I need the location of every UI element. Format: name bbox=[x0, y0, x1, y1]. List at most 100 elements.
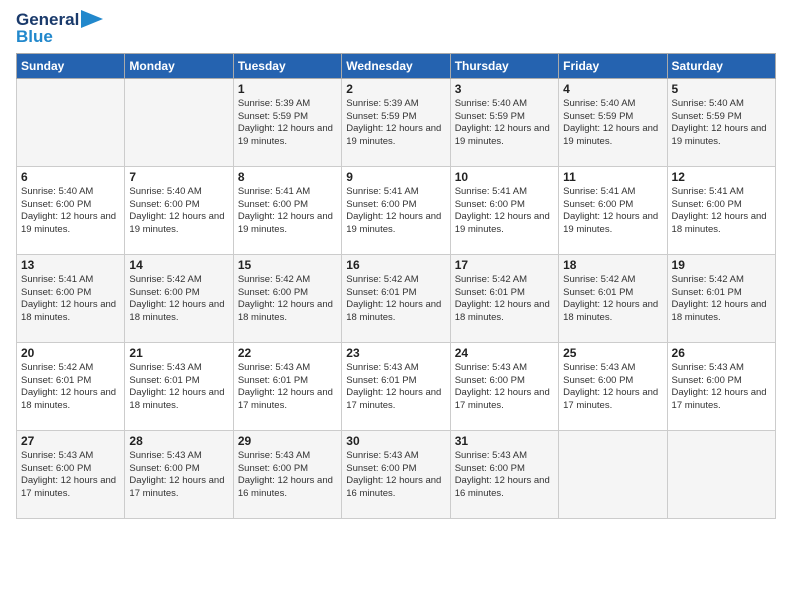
logo-text-blue: Blue bbox=[16, 28, 103, 47]
day-number: 31 bbox=[455, 434, 554, 448]
day-number: 27 bbox=[21, 434, 120, 448]
weekday-header-saturday: Saturday bbox=[667, 53, 775, 78]
calendar-cell: 25 Sunrise: 5:43 AM Sunset: 6:00 PM Dayli… bbox=[559, 342, 667, 430]
day-info: Sunrise: 5:43 AM Sunset: 6:00 PM Dayligh… bbox=[238, 450, 337, 501]
day-number: 13 bbox=[21, 258, 120, 272]
calendar-cell: 27 Sunrise: 5:43 AM Sunset: 6:00 PM Dayli… bbox=[17, 430, 125, 518]
logo: General Blue bbox=[16, 10, 103, 47]
calendar-cell: 10Sunrise: 5:41 AM Sunset: 6:00 PM Dayli… bbox=[450, 166, 558, 254]
calendar-cell: 8Sunrise: 5:41 AM Sunset: 6:00 PM Daylig… bbox=[233, 166, 341, 254]
day-number: 3 bbox=[455, 82, 554, 96]
day-info: Sunrise: 5:42 AM Sunset: 6:01 PM Dayligh… bbox=[563, 274, 662, 325]
weekday-header-thursday: Thursday bbox=[450, 53, 558, 78]
day-info: Sunrise: 5:41 AM Sunset: 6:00 PM Dayligh… bbox=[346, 186, 445, 237]
calendar-cell: 6 Sunrise: 5:40 AM Sunset: 6:00 PM Daylig… bbox=[17, 166, 125, 254]
day-info: Sunrise: 5:41 AM Sunset: 6:00 PM Dayligh… bbox=[672, 186, 771, 237]
calendar-table: SundayMondayTuesdayWednesdayThursdayFrid… bbox=[16, 53, 776, 519]
day-number: 1 bbox=[238, 82, 337, 96]
day-info: Sunrise: 5:41 AM Sunset: 6:00 PM Dayligh… bbox=[455, 186, 554, 237]
weekday-header-tuesday: Tuesday bbox=[233, 53, 341, 78]
day-info: Sunrise: 5:40 AM Sunset: 5:59 PM Dayligh… bbox=[563, 98, 662, 149]
day-info: Sunrise: 5:43 AM Sunset: 6:00 PM Dayligh… bbox=[563, 362, 662, 413]
calendar-cell: 14 Sunrise: 5:42 AM Sunset: 6:00 PM Dayli… bbox=[125, 254, 233, 342]
day-number: 21 bbox=[129, 346, 228, 360]
calendar-cell: 20Sunrise: 5:42 AM Sunset: 6:01 PM Dayli… bbox=[17, 342, 125, 430]
calendar-cell: 15 Sunrise: 5:42 AM Sunset: 6:00 PM Dayli… bbox=[233, 254, 341, 342]
day-number: 30 bbox=[346, 434, 445, 448]
day-number: 11 bbox=[563, 170, 662, 184]
day-number: 23 bbox=[346, 346, 445, 360]
calendar-cell: 9 Sunrise: 5:41 AM Sunset: 6:00 PM Daylig… bbox=[342, 166, 450, 254]
header: General Blue bbox=[16, 10, 776, 47]
day-number: 26 bbox=[672, 346, 771, 360]
day-info: Sunrise: 5:42 AM Sunset: 6:01 PM Dayligh… bbox=[455, 274, 554, 325]
calendar-cell: 22Sunrise: 5:43 AM Sunset: 6:01 PM Dayli… bbox=[233, 342, 341, 430]
day-number: 16 bbox=[346, 258, 445, 272]
day-info: Sunrise: 5:40 AM Sunset: 5:59 PM Dayligh… bbox=[672, 98, 771, 149]
week-row-3: 20Sunrise: 5:42 AM Sunset: 6:01 PM Dayli… bbox=[17, 342, 776, 430]
calendar-cell: 21 Sunrise: 5:43 AM Sunset: 6:01 PM Dayli… bbox=[125, 342, 233, 430]
day-info: Sunrise: 5:42 AM Sunset: 6:01 PM Dayligh… bbox=[21, 362, 120, 413]
calendar-cell bbox=[559, 430, 667, 518]
day-number: 22 bbox=[238, 346, 337, 360]
calendar-cell: 13 Sunrise: 5:41 AM Sunset: 6:00 PM Dayli… bbox=[17, 254, 125, 342]
day-info: Sunrise: 5:43 AM Sunset: 6:00 PM Dayligh… bbox=[21, 450, 120, 501]
day-number: 8 bbox=[238, 170, 337, 184]
calendar-cell: 18Sunrise: 5:42 AM Sunset: 6:01 PM Dayli… bbox=[559, 254, 667, 342]
calendar-cell: 26 Sunrise: 5:43 AM Sunset: 6:00 PM Dayli… bbox=[667, 342, 775, 430]
calendar-cell: 29 Sunrise: 5:43 AM Sunset: 6:00 PM Dayli… bbox=[233, 430, 341, 518]
day-number: 6 bbox=[21, 170, 120, 184]
calendar-cell: 28Sunrise: 5:43 AM Sunset: 6:00 PM Dayli… bbox=[125, 430, 233, 518]
day-info: Sunrise: 5:40 AM Sunset: 6:00 PM Dayligh… bbox=[21, 186, 120, 237]
day-info: Sunrise: 5:40 AM Sunset: 5:59 PM Dayligh… bbox=[455, 98, 554, 149]
day-number: 2 bbox=[346, 82, 445, 96]
calendar-cell: 23 Sunrise: 5:43 AM Sunset: 6:01 PM Dayli… bbox=[342, 342, 450, 430]
day-number: 17 bbox=[455, 258, 554, 272]
calendar-cell: 16 Sunrise: 5:42 AM Sunset: 6:01 PM Dayli… bbox=[342, 254, 450, 342]
calendar-cell: 1Sunrise: 5:39 AM Sunset: 5:59 PM Daylig… bbox=[233, 78, 341, 166]
day-number: 7 bbox=[129, 170, 228, 184]
day-number: 9 bbox=[346, 170, 445, 184]
weekday-header-row: SundayMondayTuesdayWednesdayThursdayFrid… bbox=[17, 53, 776, 78]
day-info: Sunrise: 5:40 AM Sunset: 6:00 PM Dayligh… bbox=[129, 186, 228, 237]
day-info: Sunrise: 5:43 AM Sunset: 6:00 PM Dayligh… bbox=[455, 362, 554, 413]
day-number: 29 bbox=[238, 434, 337, 448]
calendar-cell bbox=[667, 430, 775, 518]
weekday-header-sunday: Sunday bbox=[17, 53, 125, 78]
day-info: Sunrise: 5:42 AM Sunset: 6:01 PM Dayligh… bbox=[346, 274, 445, 325]
day-number: 28 bbox=[129, 434, 228, 448]
week-row-2: 13 Sunrise: 5:41 AM Sunset: 6:00 PM Dayli… bbox=[17, 254, 776, 342]
week-row-4: 27 Sunrise: 5:43 AM Sunset: 6:00 PM Dayli… bbox=[17, 430, 776, 518]
week-row-0: 1Sunrise: 5:39 AM Sunset: 5:59 PM Daylig… bbox=[17, 78, 776, 166]
calendar-cell: 19Sunrise: 5:42 AM Sunset: 6:01 PM Dayli… bbox=[667, 254, 775, 342]
calendar-cell: 7 Sunrise: 5:40 AM Sunset: 6:00 PM Daylig… bbox=[125, 166, 233, 254]
calendar-cell: 31Sunrise: 5:43 AM Sunset: 6:00 PM Dayli… bbox=[450, 430, 558, 518]
day-number: 15 bbox=[238, 258, 337, 272]
day-number: 5 bbox=[672, 82, 771, 96]
weekday-header-monday: Monday bbox=[125, 53, 233, 78]
day-info: Sunrise: 5:43 AM Sunset: 6:01 PM Dayligh… bbox=[129, 362, 228, 413]
day-info: Sunrise: 5:43 AM Sunset: 6:00 PM Dayligh… bbox=[672, 362, 771, 413]
day-info: Sunrise: 5:43 AM Sunset: 6:01 PM Dayligh… bbox=[346, 362, 445, 413]
logo-chevron-icon bbox=[81, 10, 103, 28]
day-number: 14 bbox=[129, 258, 228, 272]
day-number: 24 bbox=[455, 346, 554, 360]
day-info: Sunrise: 5:43 AM Sunset: 6:00 PM Dayligh… bbox=[346, 450, 445, 501]
day-info: Sunrise: 5:41 AM Sunset: 6:00 PM Dayligh… bbox=[21, 274, 120, 325]
day-number: 25 bbox=[563, 346, 662, 360]
calendar-cell: 30 Sunrise: 5:43 AM Sunset: 6:00 PM Dayli… bbox=[342, 430, 450, 518]
calendar-cell: 5 Sunrise: 5:40 AM Sunset: 5:59 PM Daylig… bbox=[667, 78, 775, 166]
weekday-header-wednesday: Wednesday bbox=[342, 53, 450, 78]
calendar-cell: 24 Sunrise: 5:43 AM Sunset: 6:00 PM Dayli… bbox=[450, 342, 558, 430]
day-number: 4 bbox=[563, 82, 662, 96]
day-info: Sunrise: 5:42 AM Sunset: 6:00 PM Dayligh… bbox=[238, 274, 337, 325]
calendar-cell: 3 Sunrise: 5:40 AM Sunset: 5:59 PM Daylig… bbox=[450, 78, 558, 166]
day-info: Sunrise: 5:42 AM Sunset: 6:00 PM Dayligh… bbox=[129, 274, 228, 325]
calendar-cell: 4 Sunrise: 5:40 AM Sunset: 5:59 PM Daylig… bbox=[559, 78, 667, 166]
calendar-cell bbox=[125, 78, 233, 166]
day-info: Sunrise: 5:42 AM Sunset: 6:01 PM Dayligh… bbox=[672, 274, 771, 325]
logo-container: General Blue bbox=[16, 10, 103, 47]
calendar-page: General Blue SundayMondayTuesdayWednesda… bbox=[0, 0, 792, 612]
calendar-cell: 11 Sunrise: 5:41 AM Sunset: 6:00 PM Dayli… bbox=[559, 166, 667, 254]
day-info: Sunrise: 5:41 AM Sunset: 6:00 PM Dayligh… bbox=[563, 186, 662, 237]
